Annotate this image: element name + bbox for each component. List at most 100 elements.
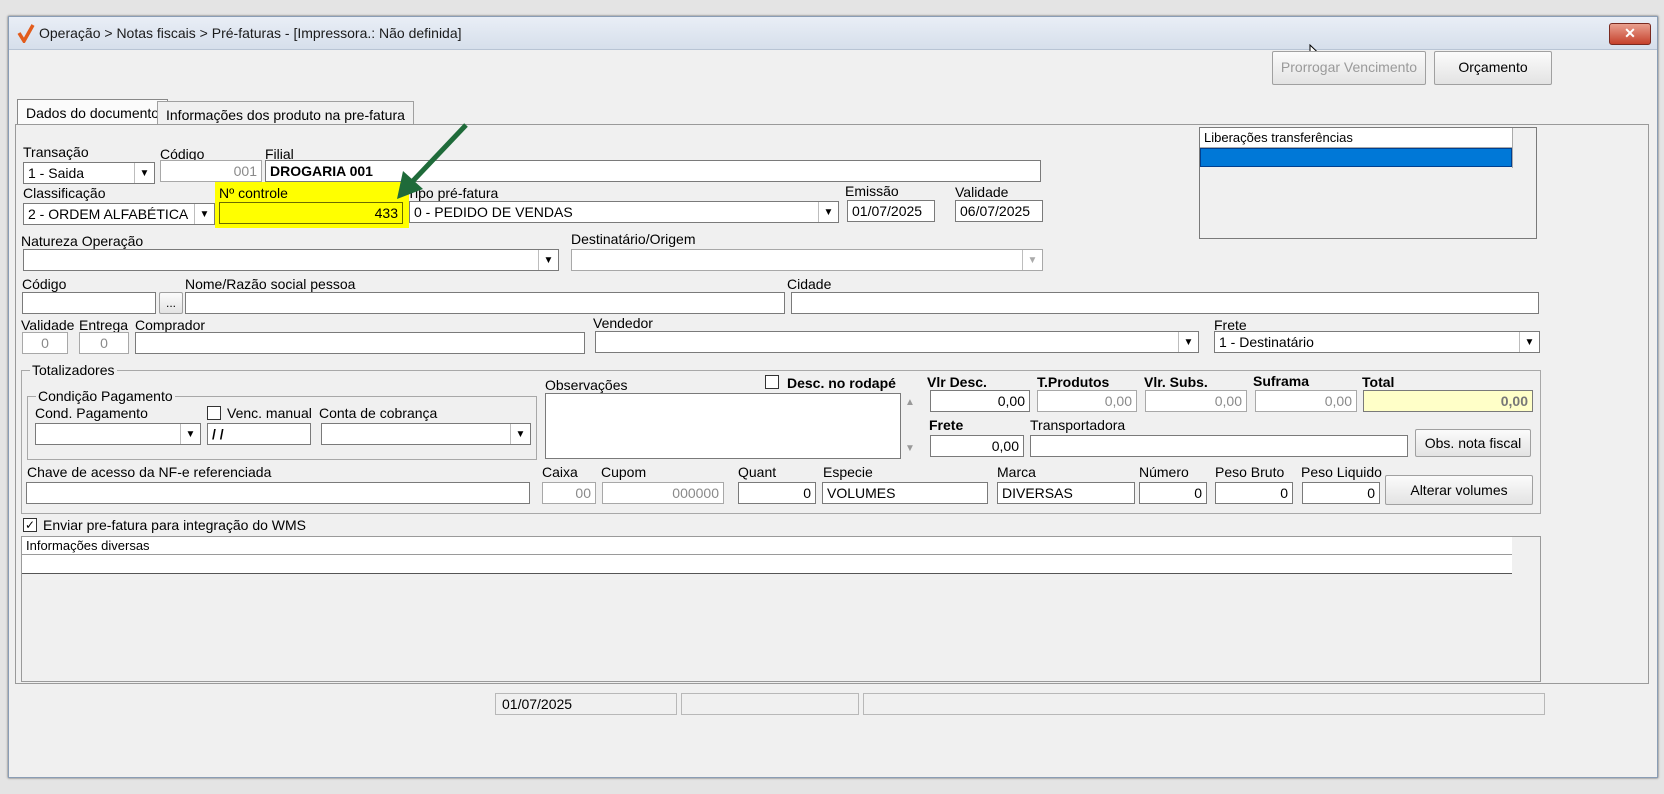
t-produtos-label: T.Produtos [1037, 374, 1110, 390]
codigo-pessoa-label: Código [22, 276, 67, 292]
window-title: Operação > Notas fiscais > Pré-faturas -… [39, 25, 462, 41]
transportadora-field[interactable] [1030, 435, 1408, 457]
chevron-down-icon[interactable]: ▼ [180, 424, 200, 444]
quant-field[interactable]: 0 [738, 482, 816, 504]
chevron-down-icon[interactable]: ▼ [1178, 332, 1198, 352]
vlr-desc-label: Vlr Desc. [927, 374, 987, 390]
chave-field[interactable] [26, 482, 530, 504]
frete-select[interactable]: 1 - Destinatário ▼ [1214, 331, 1540, 353]
chevron-down-icon[interactable]: ▼ [194, 204, 214, 224]
status-cell-2 [681, 693, 859, 715]
status-bar: 01/07/2025 [15, 689, 1649, 719]
numero-field[interactable]: 0 [1139, 482, 1207, 504]
totalizadores-title: Totalizadores [30, 362, 117, 378]
chevron-down-icon[interactable]: ▼ [818, 202, 838, 222]
caixa-label: Caixa [542, 464, 578, 480]
t-produtos-field[interactable]: 0,00 [1037, 390, 1137, 412]
venc-manual-field[interactable]: / / [207, 423, 311, 445]
natureza-select[interactable]: ▼ [23, 249, 559, 271]
liberacoes-list[interactable]: Liberações transferências [1199, 127, 1537, 239]
codigo-field[interactable]: 001 [160, 160, 262, 182]
prorrogar-vencimento-button[interactable]: Prorrogar Vencimento [1272, 51, 1426, 85]
wms-checkbox[interactable]: ✓ [23, 518, 37, 532]
orcamento-button[interactable]: Orçamento [1434, 51, 1552, 85]
codigo-pessoa-field[interactable] [22, 292, 156, 314]
conta-cobranca-select[interactable]: ▼ [321, 423, 531, 445]
search-pessoa-button[interactable]: ... [159, 292, 183, 314]
alterar-volumes-button[interactable]: Alterar volumes [1385, 475, 1533, 505]
close-button[interactable]: ✕ [1609, 23, 1651, 45]
n-controle-field[interactable]: 433 [219, 202, 403, 224]
peso-liquido-label: Peso Liquido [1301, 464, 1382, 480]
chevron-down-icon[interactable]: ▼ [134, 163, 154, 183]
validade-data-field[interactable]: 06/07/2025 [955, 200, 1043, 222]
scroll-up-icon[interactable]: ▲ [905, 397, 915, 408]
destinatario-select[interactable]: ▼ [571, 249, 1043, 271]
validade-num-field[interactable]: 0 [22, 332, 68, 354]
transportadora-label: Transportadora [1030, 417, 1126, 433]
comprador-field[interactable] [135, 332, 585, 354]
title-bar: Operação > Notas fiscais > Pré-faturas -… [9, 17, 1657, 50]
validade-data-label: Validade [955, 184, 1009, 200]
emissao-label: Emissão [845, 183, 899, 199]
entrega-label: Entrega [79, 317, 129, 333]
chevron-down-icon[interactable]: ▼ [538, 250, 558, 270]
filial-field[interactable]: DROGARIA 001 [265, 160, 1041, 182]
liberacoes-header: Liberações transferências [1200, 128, 1512, 148]
caixa-field[interactable]: 00 [542, 482, 596, 504]
cidade-label: Cidade [787, 276, 832, 292]
suframa-label: Suframa [1253, 373, 1310, 389]
venc-manual-checkbox[interactable] [207, 406, 221, 420]
frete-value-label: Frete [929, 417, 964, 433]
tab-informacoes-produtos[interactable]: Informações dos produto na pre-fatura [157, 101, 414, 125]
chevron-down-icon[interactable]: ▼ [510, 424, 530, 444]
peso-liquido-field[interactable]: 0 [1302, 482, 1380, 504]
marca-field[interactable]: DIVERSAS [997, 482, 1135, 504]
transacao-value: 1 - Saida [28, 165, 85, 181]
entrega-field[interactable]: 0 [79, 332, 129, 354]
informacoes-diversas-panel[interactable]: Informações diversas [21, 536, 1541, 682]
informacoes-diversas-header: Informações diversas [22, 537, 1512, 555]
suframa-field[interactable]: 0,00 [1255, 390, 1357, 412]
peso-bruto-label: Peso Bruto [1215, 464, 1285, 480]
vlr-desc-field[interactable]: 0,00 [930, 390, 1030, 412]
observacoes-textarea[interactable] [545, 393, 901, 459]
cond-pagamento-select[interactable]: ▼ [35, 423, 201, 445]
frete-value-field[interactable]: 0,00 [930, 435, 1024, 457]
main-window: Operação > Notas fiscais > Pré-faturas -… [8, 16, 1658, 778]
peso-bruto-field[interactable]: 0 [1215, 482, 1293, 504]
desc-rodape-checkbox[interactable] [765, 375, 779, 389]
cidade-field[interactable] [791, 292, 1539, 314]
vlr-subs-label: Vlr. Subs. [1144, 374, 1208, 390]
liberacoes-selected-row[interactable] [1200, 148, 1512, 167]
status-cell-3 [863, 693, 1545, 715]
cupom-field[interactable]: 000000 [602, 482, 724, 504]
vendedor-label: Vendedor [593, 315, 653, 331]
nome-field[interactable] [185, 292, 785, 314]
close-icon: ✕ [1624, 25, 1636, 41]
especie-label: Especie [823, 464, 873, 480]
transacao-select[interactable]: 1 - Saida ▼ [23, 162, 155, 184]
total-label: Total [1362, 374, 1395, 390]
conta-cobranca-label: Conta de cobrança [319, 405, 438, 421]
classificacao-label: Classificação [23, 185, 106, 201]
vendedor-select[interactable]: ▼ [595, 331, 1199, 353]
total-field[interactable]: 0,00 [1363, 390, 1533, 412]
scroll-down-icon[interactable]: ▼ [905, 443, 915, 454]
obs-nota-fiscal-button[interactable]: Obs. nota fiscal [1415, 429, 1531, 457]
cupom-label: Cupom [601, 464, 647, 480]
chave-label: Chave de acesso da NF-e referenciada [27, 464, 272, 480]
chevron-down-icon[interactable]: ▼ [1519, 332, 1539, 352]
emissao-field[interactable]: 01/07/2025 [847, 200, 935, 222]
chevron-down-icon[interactable]: ▼ [1022, 250, 1042, 270]
destinatario-label: Destinatário/Origem [571, 231, 696, 247]
natureza-label: Natureza Operação [21, 233, 144, 249]
logo-icon [17, 24, 35, 43]
especie-field[interactable]: VOLUMES [822, 482, 988, 504]
vlr-subs-field[interactable]: 0,00 [1145, 390, 1247, 412]
tab-dados-documento[interactable]: Dados do documento [17, 99, 169, 125]
numero-label: Número [1139, 464, 1189, 480]
wms-label: Enviar pre-fatura para integração do WMS [43, 517, 307, 533]
classificacao-select[interactable]: 2 - ORDEM ALFABÉTICA ▼ [23, 203, 215, 225]
informacoes-diversas-row[interactable] [22, 555, 1512, 574]
